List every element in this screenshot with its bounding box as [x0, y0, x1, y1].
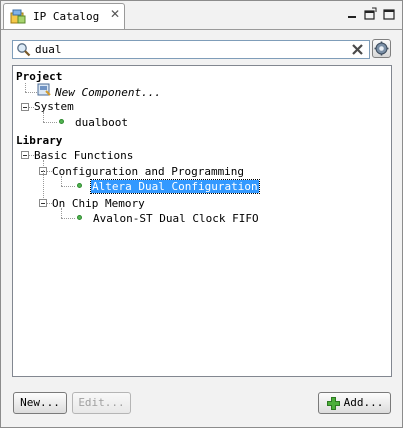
- tree-item-new-component[interactable]: New Component...: [55, 86, 161, 99]
- status-dot-icon: [59, 119, 64, 124]
- minimize-icon[interactable]: [345, 7, 359, 21]
- plus-icon: [327, 397, 340, 410]
- edit-button[interactable]: Edit...: [72, 392, 131, 414]
- tab-bar: IP Catalog ✕: [1, 1, 402, 30]
- ip-catalog-panel: IP Catalog ✕ dual Project New Component.…: [0, 0, 403, 428]
- collapse-basic-functions-icon[interactable]: [21, 151, 29, 159]
- close-icon[interactable]: ✕: [110, 7, 120, 21]
- search-box: [12, 40, 370, 59]
- add-button[interactable]: Add...: [318, 392, 391, 414]
- tree-item-basic-functions[interactable]: Basic Functions: [34, 149, 133, 162]
- search-input[interactable]: [35, 42, 335, 57]
- tree-item-on-chip-memory[interactable]: On Chip Memory: [52, 197, 145, 210]
- tab-ip-catalog[interactable]: IP Catalog ✕: [3, 3, 125, 29]
- maximize-icon[interactable]: [382, 7, 396, 21]
- gear-icon: [374, 41, 389, 56]
- tree-item-altera-dual-config[interactable]: Altera Dual Configuration: [90, 179, 260, 194]
- new-component-icon: [37, 83, 51, 96]
- collapse-system-icon[interactable]: [21, 103, 29, 111]
- tab-title: IP Catalog: [33, 10, 100, 23]
- new-button[interactable]: New...: [13, 392, 67, 414]
- collapse-on-chip-memory-icon[interactable]: [39, 199, 47, 207]
- catalog-icon: [10, 9, 26, 24]
- restore-icon[interactable]: [363, 7, 377, 21]
- clear-search-icon[interactable]: [351, 43, 364, 56]
- ip-tree[interactable]: Project New Component... System dualboot…: [12, 65, 392, 377]
- tree-item-avalon-fifo[interactable]: Avalon-ST Dual Clock FIFO: [93, 212, 259, 225]
- tree-heading-library: Library: [16, 134, 63, 147]
- tree-item-config-programming[interactable]: Configuration and Programming: [52, 165, 244, 178]
- add-button-label: Add...: [343, 396, 384, 409]
- tree-item-dualboot[interactable]: dualboot: [75, 116, 128, 129]
- status-dot-icon: [77, 183, 82, 188]
- settings-button[interactable]: [372, 39, 391, 58]
- tree-item-system[interactable]: System: [34, 100, 74, 113]
- tree-heading-project: Project: [16, 70, 63, 83]
- status-dot-icon: [77, 215, 82, 220]
- search-icon: [17, 43, 31, 57]
